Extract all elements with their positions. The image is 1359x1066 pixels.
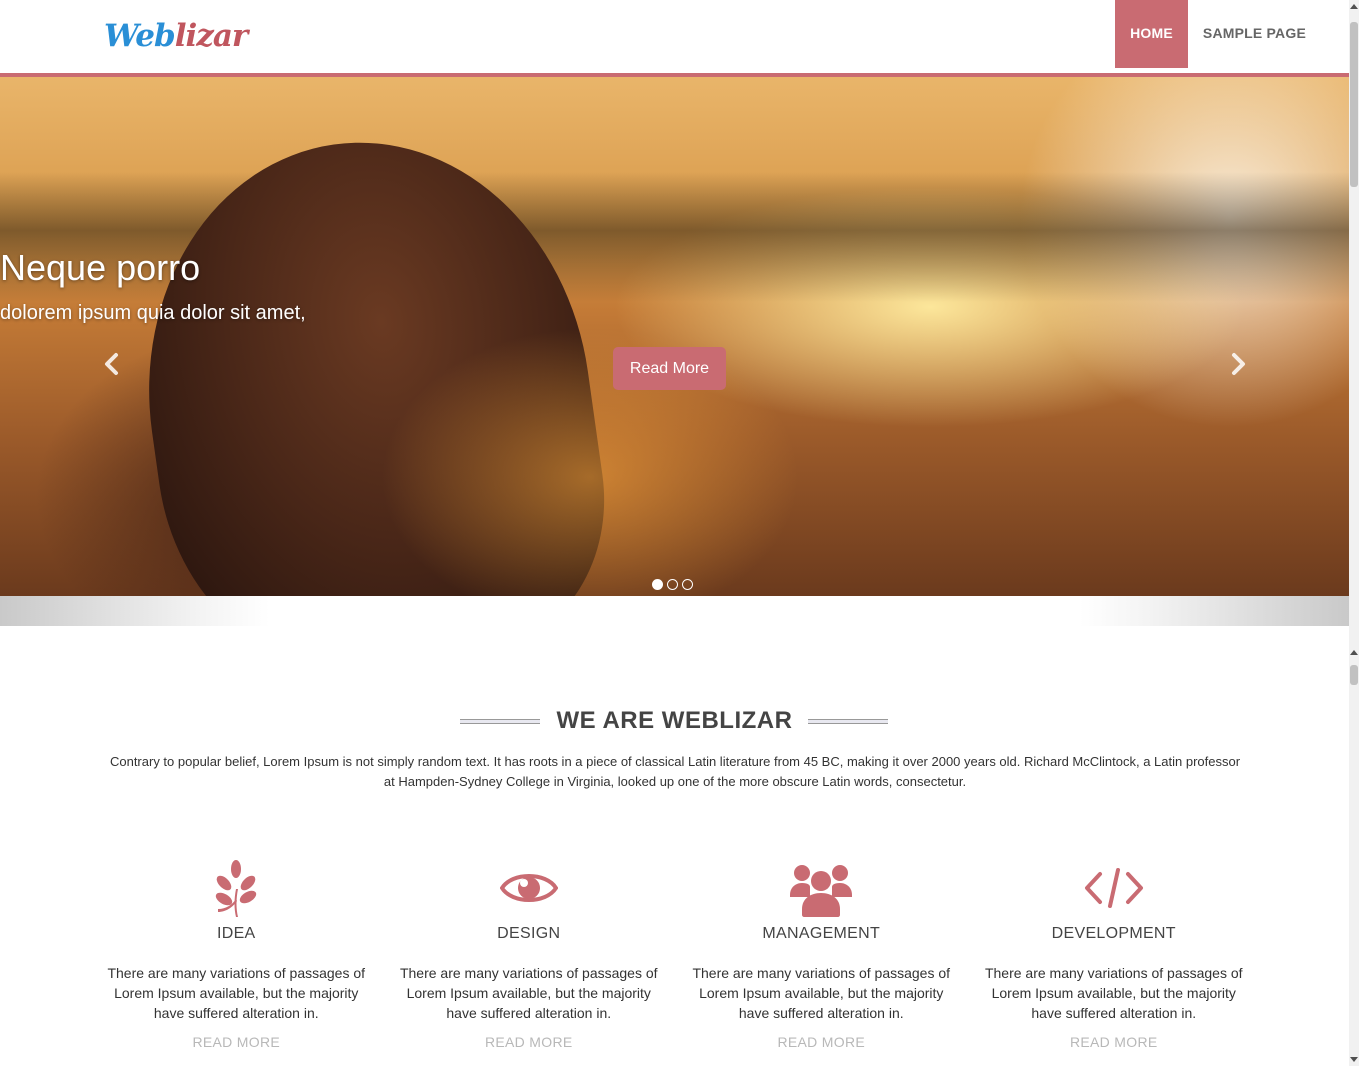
section-title: WE ARE WEBLIZAR (556, 707, 793, 734)
users-icon (675, 855, 968, 921)
service-design: DESIGN There are many variations of pass… (383, 855, 676, 1050)
logo-part-web: Web (104, 18, 176, 54)
service-read-more-link[interactable]: READ MORE (968, 1034, 1261, 1050)
hero-slider: Neque porro dolorem ipsum quia dolor sit… (0, 77, 1349, 596)
title-divider-right (808, 719, 888, 724)
main-nav: HOME SAMPLE PAGE (1115, 0, 1321, 68)
chevron-right-icon[interactable] (1229, 352, 1249, 376)
slide-title: Neque porro (0, 247, 201, 288)
chevron-left-icon[interactable] (101, 352, 121, 376)
section-intro: Contrary to popular belief, Lorem Ipsum … (109, 754, 1241, 789)
slider-dot-2[interactable] (667, 579, 678, 590)
service-read-more-link[interactable]: READ MORE (675, 1034, 968, 1050)
site-logo[interactable]: Weblizar (104, 18, 249, 54)
scroll-thumb[interactable] (1350, 22, 1358, 187)
service-read-more-link[interactable]: READ MORE (383, 1034, 676, 1050)
service-text: There are many variations of passages of… (107, 965, 366, 1021)
scroll-up-arrow-icon[interactable] (1350, 4, 1358, 9)
service-title: DESIGN (497, 925, 561, 942)
page-scrollbar[interactable] (1349, 0, 1359, 1066)
service-text: There are many variations of passages of… (692, 965, 951, 1021)
services-row: IDEA There are many variations of passag… (90, 855, 1260, 1050)
service-management: MANAGEMENT There are many variations of … (675, 855, 968, 1050)
logo-part-lizar: lizar (174, 18, 249, 54)
scroll-thumb-secondary (1350, 665, 1358, 685)
slider-dot-1[interactable] (652, 579, 663, 590)
eye-icon (383, 855, 676, 921)
service-idea: IDEA There are many variations of passag… (90, 855, 383, 1050)
slider-indicators (652, 579, 693, 590)
nav-item-home[interactable]: HOME (1115, 0, 1188, 68)
service-development: DEVELOPMENT There are many variations of… (968, 855, 1261, 1050)
slider-shadow (0, 596, 1349, 626)
service-title: MANAGEMENT (762, 925, 881, 942)
slide-subtitle: dolorem ipsum quia dolor sit amet, (0, 302, 306, 324)
nav-item-sample-page[interactable]: SAMPLE PAGE (1188, 0, 1321, 68)
code-icon (968, 855, 1261, 921)
slider-dot-3[interactable] (682, 579, 693, 590)
service-text: There are many variations of passages of… (399, 965, 658, 1021)
leaf-icon (90, 855, 383, 921)
service-title: IDEA (216, 925, 256, 942)
scroll-marker-icon (1350, 650, 1358, 655)
site-header: Weblizar HOME SAMPLE PAGE (0, 0, 1349, 77)
service-text: There are many variations of passages of… (984, 965, 1243, 1021)
service-read-more-link[interactable]: READ MORE (90, 1034, 383, 1050)
scroll-down-arrow-icon[interactable] (1350, 1057, 1358, 1062)
slide-read-more-button[interactable]: Read More (613, 347, 726, 390)
service-title: DEVELOPMENT (1051, 925, 1176, 942)
